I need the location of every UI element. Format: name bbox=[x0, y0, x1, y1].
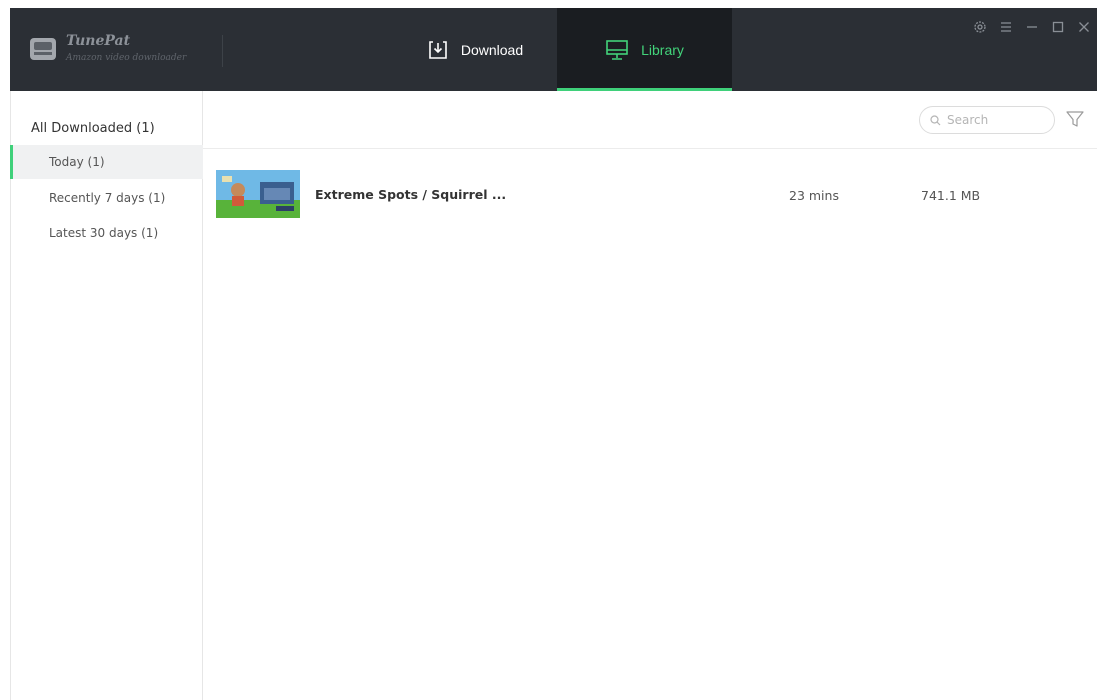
video-thumbnail bbox=[216, 170, 300, 218]
close-icon[interactable] bbox=[1077, 20, 1091, 34]
sidebar-item-today[interactable]: Today (1) bbox=[10, 145, 203, 179]
tab-library[interactable]: Library bbox=[557, 8, 732, 91]
sidebar: All Downloaded (1) Today (1) Recently 7 … bbox=[10, 91, 203, 700]
video-row[interactable]: Extreme Spots / Squirrel ... 23 mins 741… bbox=[203, 164, 1097, 224]
tab-download-label: Download bbox=[460, 41, 524, 58]
sidebar-item-recent-7-days[interactable]: Recently 7 days (1) bbox=[11, 181, 203, 215]
sidebar-item-latest-30-days[interactable]: Latest 30 days (1) bbox=[11, 216, 203, 250]
brand-divider bbox=[222, 35, 223, 67]
video-title: Extreme Spots / Squirrel ... bbox=[315, 187, 507, 202]
monitor-icon bbox=[605, 39, 629, 61]
search-box[interactable] bbox=[919, 106, 1055, 134]
sidebar-item-label: Latest 30 days (1) bbox=[49, 226, 159, 240]
search-input[interactable] bbox=[947, 113, 1037, 127]
minimize-icon[interactable] bbox=[1025, 20, 1039, 34]
maximize-icon[interactable] bbox=[1051, 20, 1065, 34]
menu-icon[interactable] bbox=[999, 20, 1013, 34]
title-bar: TunePat Amazon video downloader Download bbox=[10, 8, 1097, 91]
brand: TunePat Amazon video downloader bbox=[10, 8, 222, 91]
window-controls bbox=[973, 20, 1091, 34]
search-icon bbox=[930, 111, 941, 130]
tab-download[interactable]: Download bbox=[400, 8, 550, 91]
video-duration: 23 mins bbox=[789, 188, 839, 203]
sidebar-item-label: Today (1) bbox=[49, 155, 105, 169]
tab-library-label: Library bbox=[641, 41, 684, 58]
app-subtitle: Amazon video downloader bbox=[66, 53, 187, 63]
video-size: 741.1 MB bbox=[921, 188, 981, 203]
main-content: Extreme Spots / Squirrel ... 23 mins 741… bbox=[203, 91, 1097, 700]
app-name: TunePat bbox=[66, 33, 131, 49]
tunepat-logo-icon bbox=[30, 38, 56, 60]
sidebar-header-all-downloaded[interactable]: All Downloaded (1) bbox=[31, 121, 155, 136]
gear-icon[interactable] bbox=[973, 20, 987, 34]
app-window: TunePat Amazon video downloader Download bbox=[10, 8, 1097, 700]
sidebar-item-label: Recently 7 days (1) bbox=[49, 191, 166, 205]
filter-icon[interactable] bbox=[1065, 109, 1085, 129]
download-icon bbox=[427, 39, 449, 61]
toolbar bbox=[203, 91, 1097, 149]
